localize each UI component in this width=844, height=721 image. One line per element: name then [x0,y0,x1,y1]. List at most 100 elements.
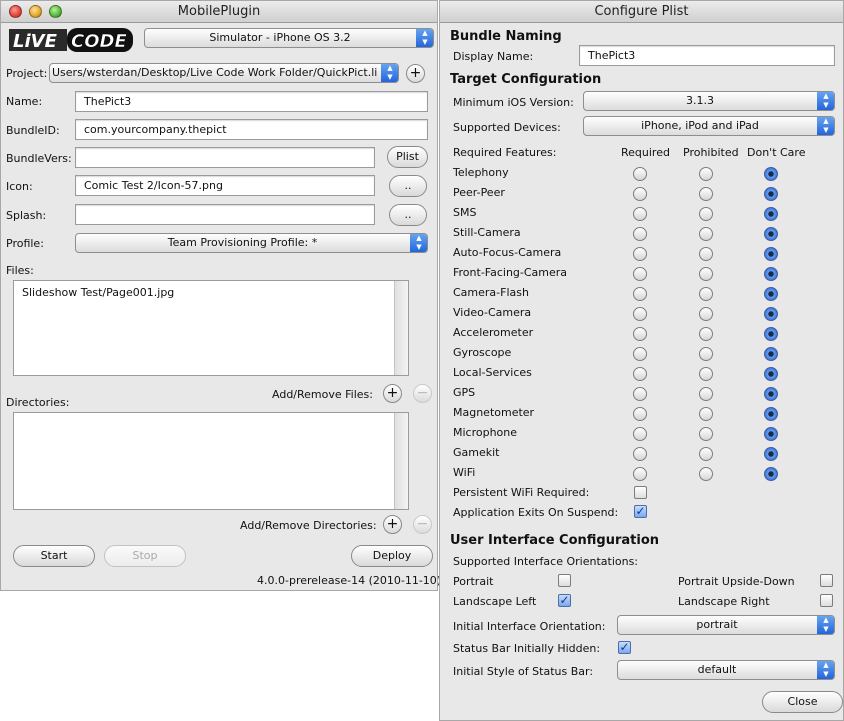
files-label: Files: [6,264,34,277]
feature-radio-prohibited[interactable] [699,167,713,181]
portrait-checkbox[interactable] [558,574,571,587]
feature-radio-prohibited[interactable] [699,207,713,221]
feature-radio-dont-care[interactable] [764,467,778,481]
list-item[interactable]: Slideshow Test/Page001.jpg [22,286,174,299]
feature-radio-required[interactable] [633,247,647,261]
feature-radio-required[interactable] [633,367,647,381]
splash-browse-button[interactable]: .. [389,204,427,226]
feature-radio-required[interactable] [633,447,647,461]
feature-radio-dont-care[interactable] [764,387,778,401]
feature-radio-required[interactable] [633,387,647,401]
minimize-window-icon[interactable] [29,5,42,18]
project-path-select[interactable]: Users/wsterdan/Desktop/Live Code Work Fo… [49,63,399,83]
feature-radio-required[interactable] [633,467,647,481]
feature-radio-dont-care[interactable] [764,267,778,281]
feature-radio-prohibited[interactable] [699,307,713,321]
supported-devices-select[interactable]: iPhone, iPod and iPad ▲ ▼ [583,116,835,136]
feature-radio-prohibited[interactable] [699,467,713,481]
feature-radio-prohibited[interactable] [699,347,713,361]
start-button[interactable]: Start [13,545,95,567]
portrait-upside-down-checkbox[interactable] [820,574,833,587]
feature-radio-required[interactable] [633,227,647,241]
livecode-logo-graphic: LiVE CODE [9,28,133,52]
icon-field[interactable]: Comic Test 2/Icon-57.png [75,175,375,196]
feature-radio-dont-care[interactable] [764,367,778,381]
landscape-left-checkbox[interactable]: ✓ [558,594,571,607]
feature-radio-dont-care[interactable] [764,287,778,301]
directories-scrollbar[interactable] [394,413,408,509]
feature-radio-prohibited[interactable] [699,247,713,261]
icon-label: Icon: [6,180,33,193]
feature-radio-dont-care[interactable] [764,247,778,261]
stop-button[interactable]: Stop [104,545,186,567]
close-window-icon[interactable] [9,5,22,18]
bundlevers-field[interactable] [75,147,375,168]
feature-radio-prohibited[interactable] [699,327,713,341]
zoom-window-icon[interactable] [49,5,62,18]
feature-radio-dont-care[interactable] [764,207,778,221]
feature-radio-dont-care[interactable] [764,187,778,201]
exits-on-suspend-checkbox[interactable]: ✓ [634,505,647,518]
feature-radio-required[interactable] [633,427,647,441]
feature-radio-required[interactable] [633,207,647,221]
version-text: 4.0.0-prerelease-14 (2010-11-10) [257,574,442,587]
directories-list[interactable] [13,412,409,510]
feature-radio-prohibited[interactable] [699,187,713,201]
plist-button[interactable]: Plist [387,146,428,168]
simulator-select[interactable]: Simulator - iPhone OS 3.2 ▲ ▼ [144,28,434,48]
chevron-up-down-icon: ▲ ▼ [817,92,834,110]
feature-radio-dont-care[interactable] [764,227,778,241]
status-bar-hidden-checkbox[interactable]: ✓ [618,641,631,654]
feature-radio-prohibited[interactable] [699,447,713,461]
feature-radio-dont-care[interactable] [764,307,778,321]
feature-radio-required[interactable] [633,167,647,181]
feature-radio-required[interactable] [633,327,647,341]
feature-radio-required[interactable] [633,187,647,201]
feature-radio-dont-care[interactable] [764,347,778,361]
display-name-field[interactable]: ThePict3 [579,45,835,66]
feature-radio-prohibited[interactable] [699,407,713,421]
column-required: Required [621,146,670,159]
add-directory-button[interactable]: + [383,515,402,534]
feature-radio-prohibited[interactable] [699,267,713,281]
feature-radio-dont-care[interactable] [764,427,778,441]
add-remove-files-label: Add/Remove Files: [272,388,373,401]
profile-select[interactable]: Team Provisioning Profile: * ▲ ▼ [75,233,428,253]
feature-radio-required[interactable] [633,307,647,321]
livecode-logo: LiVE CODE [9,27,133,53]
supported-devices-value: iPhone, iPod and iPad [641,119,759,132]
close-button[interactable]: Close [762,691,843,713]
feature-label: Video-Camera [453,306,532,319]
feature-radio-prohibited[interactable] [699,367,713,381]
files-scrollbar[interactable] [394,281,408,375]
persistent-wifi-checkbox[interactable] [634,486,647,499]
splash-field[interactable] [75,204,375,225]
feature-radio-prohibited[interactable] [699,227,713,241]
deploy-button[interactable]: Deploy [351,545,433,567]
status-bar-style-select[interactable]: default ▲ ▼ [617,660,835,680]
feature-radio-required[interactable] [633,267,647,281]
bundleid-field[interactable]: com.yourcompany.thepict [75,119,428,140]
feature-radio-required[interactable] [633,287,647,301]
add-file-button[interactable]: + [383,384,402,403]
initial-orientation-select[interactable]: portrait ▲ ▼ [617,615,835,635]
icon-browse-button[interactable]: .. [389,175,427,197]
feature-radio-dont-care[interactable] [764,327,778,341]
feature-radio-required[interactable] [633,407,647,421]
min-ios-select[interactable]: 3.1.3 ▲ ▼ [583,91,835,111]
remove-file-button[interactable]: − [413,384,432,403]
project-path-value: Users/wsterdan/Desktop/Live Code Work Fo… [52,66,378,79]
feature-radio-prohibited[interactable] [699,427,713,441]
feature-radio-dont-care[interactable] [764,447,778,461]
feature-radio-prohibited[interactable] [699,287,713,301]
feature-radio-dont-care[interactable] [764,167,778,181]
feature-radio-prohibited[interactable] [699,387,713,401]
remove-directory-button[interactable]: − [413,515,432,534]
files-list[interactable]: Slideshow Test/Page001.jpg [13,280,409,376]
landscape-right-checkbox[interactable] [820,594,833,607]
name-field[interactable]: ThePict3 [75,91,428,112]
feature-radio-required[interactable] [633,347,647,361]
feature-radio-dont-care[interactable] [764,407,778,421]
add-project-button[interactable]: + [406,64,425,83]
supported-devices-label: Supported Devices: [453,121,561,134]
